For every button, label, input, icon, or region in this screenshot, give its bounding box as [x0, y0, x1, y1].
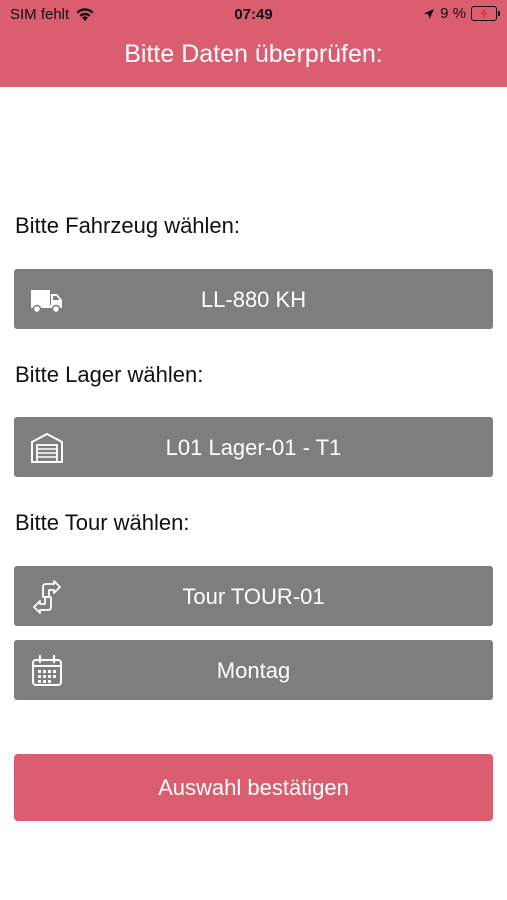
- page-title: Bitte Daten überprüfen:: [124, 40, 383, 68]
- tour-label: Bitte Tour wählen:: [15, 510, 190, 535]
- day-value: Montag: [216, 658, 291, 683]
- warehouse-select[interactable]: L01 Lager-01 - T1: [14, 417, 493, 477]
- charging-bolt-icon: [480, 8, 488, 19]
- battery-percent: 9 %: [440, 5, 466, 22]
- confirm-selection-button[interactable]: Auswahl bestätigen: [14, 754, 493, 821]
- vehicle-select[interactable]: LL-880 KH: [14, 269, 493, 329]
- status-bar: SIM fehlt 07:49 9 %: [0, 0, 507, 30]
- vehicle-label: Bitte Fahrzeug wählen:: [15, 213, 241, 238]
- battery-icon: [471, 6, 500, 21]
- vehicle-value: LL-880 KH: [200, 287, 307, 312]
- warehouse-label: Bitte Lager wählen:: [15, 362, 204, 387]
- tour-value: Tour TOUR-01: [182, 584, 325, 609]
- warehouse-value: L01 Lager-01 - T1: [165, 435, 342, 460]
- location-arrow-icon: [424, 8, 435, 19]
- confirm-button-label: Auswahl bestätigen: [158, 775, 349, 800]
- tour-select[interactable]: Tour TOUR-01: [14, 566, 493, 626]
- status-right: 9 %: [423, 5, 500, 22]
- day-select[interactable]: Montag: [14, 640, 493, 700]
